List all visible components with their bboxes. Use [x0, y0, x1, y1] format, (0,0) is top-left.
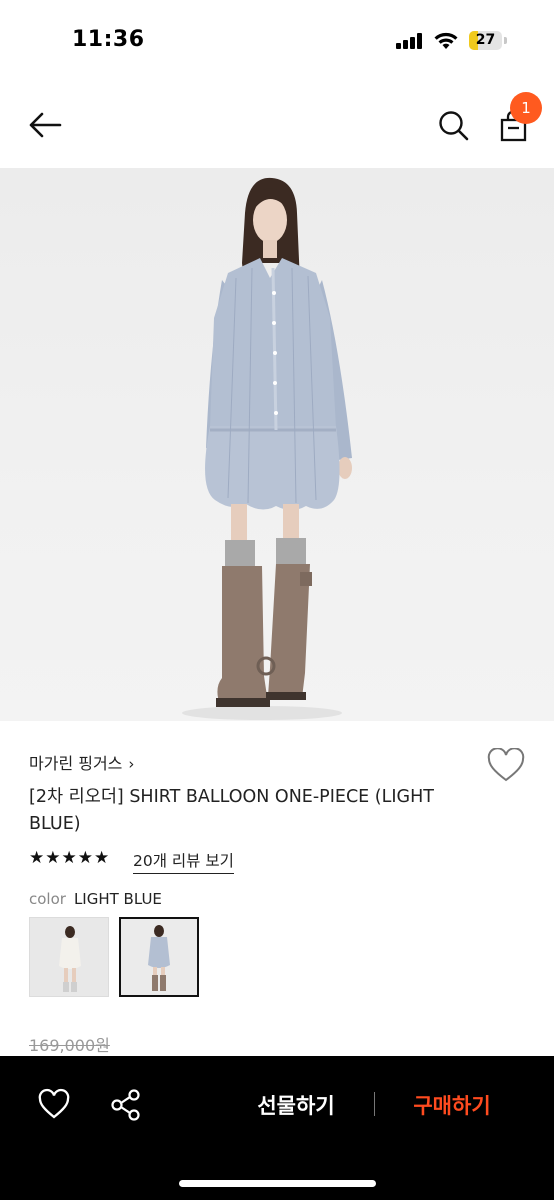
top-nav-bar — [0, 80, 554, 168]
model-illustration — [182, 177, 352, 720]
bottom-action-bar: 선물하기 구매하기 — [0, 1056, 554, 1200]
color-value: LIGHT BLUE — [73, 890, 162, 908]
buy-button[interactable]: 구매하기 — [392, 1090, 512, 1120]
wifi-icon — [434, 32, 458, 49]
brand-name: 마가린 핑거스 — [29, 754, 123, 773]
status-time: 11:36 — [72, 27, 145, 52]
signal-icon — [396, 33, 426, 49]
cart-count-badge: 1 — [510, 92, 542, 124]
thumbnail-image — [30, 918, 108, 996]
gift-button[interactable]: 선물하기 — [236, 1090, 356, 1120]
product-photo[interactable] — [0, 168, 554, 721]
battery-level: 27 — [475, 32, 496, 48]
review-link[interactable]: 20개 리뷰 보기 — [133, 849, 234, 874]
heart-icon[interactable] — [37, 1088, 71, 1122]
home-indicator[interactable] — [179, 1180, 376, 1187]
color-label: color — [29, 890, 66, 908]
share-icon[interactable] — [110, 1088, 142, 1122]
search-icon[interactable] — [434, 106, 474, 146]
heart-outline-icon[interactable] — [486, 748, 526, 784]
rating-stars: ★★★★★ — [29, 848, 111, 868]
back-arrow-icon[interactable] — [24, 104, 66, 146]
button-divider — [374, 1092, 375, 1116]
color-option-thumbnail-selected[interactable] — [119, 917, 199, 997]
color-row: color LIGHT BLUE — [29, 890, 162, 908]
color-option-thumbnail[interactable] — [29, 917, 109, 997]
original-price: 169,000원 — [29, 1036, 110, 1055]
chevron-right-icon: › — [128, 755, 135, 773]
brand-link[interactable]: 마가린 핑거스 › — [29, 750, 134, 774]
product-title: [2차 리오더] SHIRT BALLOON ONE-PIECE (LIGHT … — [29, 787, 434, 834]
thumbnail-image — [121, 919, 197, 995]
status-bar: 11:36 27 — [0, 0, 554, 80]
battery-icon: 27 — [469, 31, 507, 52]
